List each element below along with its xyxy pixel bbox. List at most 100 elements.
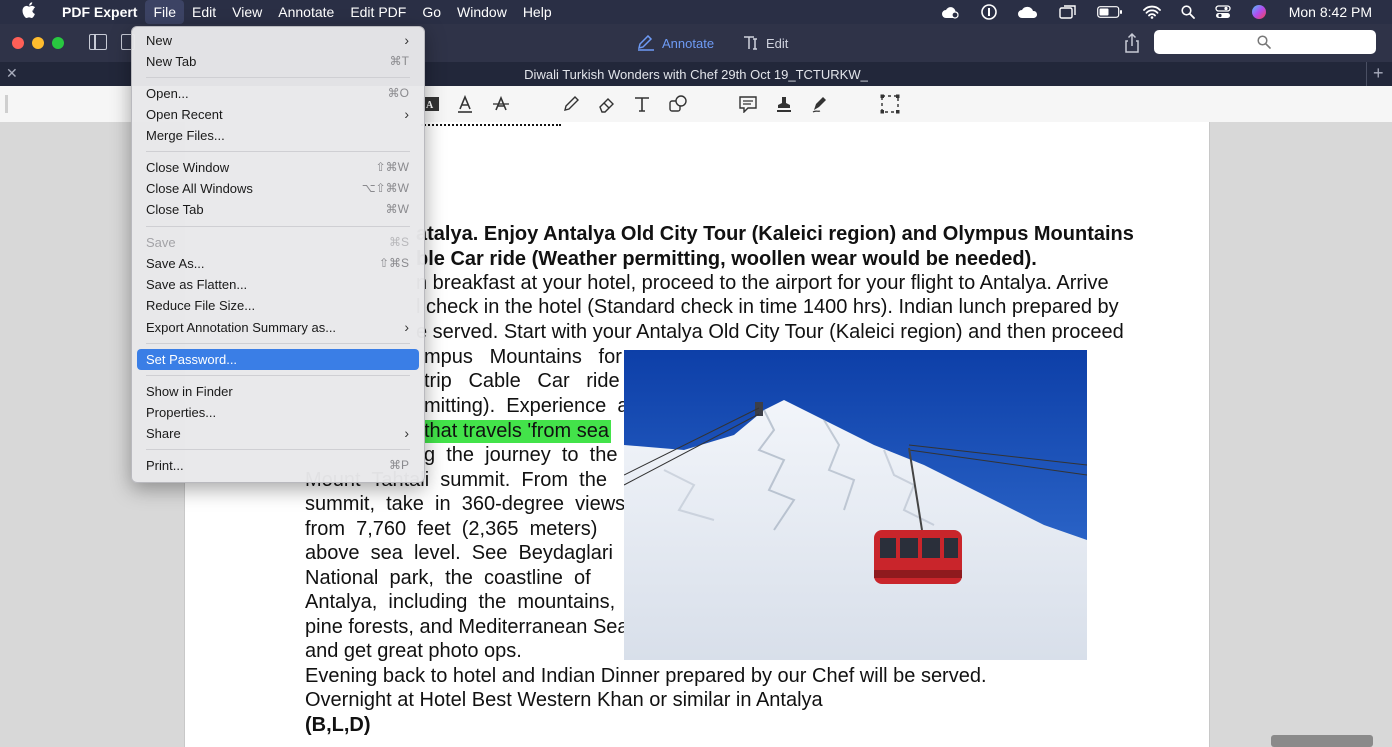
menu-item-export-annotation-summary[interactable]: Export Annotation Summary as... › xyxy=(137,317,419,338)
menu-separator xyxy=(146,449,410,450)
cable-car-photo xyxy=(624,350,1087,660)
menu-separator xyxy=(146,226,410,227)
screens-icon[interactable] xyxy=(1059,5,1077,19)
menu-item-set-password[interactable]: Set Password... xyxy=(137,349,419,370)
menu-item-save: Save ⌘S xyxy=(146,235,409,250)
file-menu[interactable]: File xyxy=(145,0,185,24)
annotate-mode-label: Annotate xyxy=(662,35,715,51)
comment-tool-icon[interactable] xyxy=(737,94,759,114)
doc-paragraph-line: mpus Mountains for xyxy=(424,346,622,368)
stamp-tool-icon[interactable] xyxy=(773,94,795,114)
menu-separator xyxy=(146,77,410,78)
doc-paragraph-line: mitting). Experience a xyxy=(424,395,629,417)
doc-paragraph-line: Antalya, including the mountains, xyxy=(305,591,616,613)
doc-paragraph-line: Overnight at Hotel Best Western Khan or … xyxy=(305,689,823,711)
edit-mode-tab[interactable]: Edit xyxy=(742,32,788,54)
chevron-right-icon: › xyxy=(404,106,409,122)
edit-mode-label: Edit xyxy=(766,35,789,51)
doc-paragraph-line: National park, the coastline of xyxy=(305,567,591,589)
svg-text:A: A xyxy=(426,100,434,111)
doc-paragraph-line: summit, take in 360-degree views xyxy=(305,493,626,515)
menu-item-merge-files[interactable]: Merge Files... xyxy=(137,125,419,146)
1password-icon[interactable] xyxy=(980,4,997,20)
menu-item-show-in-finder[interactable]: Show in Finder xyxy=(137,381,419,402)
menu-bar: PDF Expert File Edit View Annotate Edit … xyxy=(0,0,1392,24)
doc-heading-line-1: atalya. Enjoy Antalya Old City Tour (Kal… xyxy=(416,223,1134,245)
horizontal-scrollbar-thumb[interactable] xyxy=(1271,735,1373,747)
menu-item-close-window[interactable]: Close Window ⇧⌘W xyxy=(137,157,419,178)
share-icon[interactable] xyxy=(1122,32,1142,54)
add-tab-icon[interactable]: + xyxy=(1373,63,1384,84)
chevron-right-icon: › xyxy=(404,425,409,441)
minimize-window-button[interactable] xyxy=(32,37,44,49)
close-window-button[interactable] xyxy=(12,37,24,49)
menu-separator xyxy=(146,375,410,376)
menu-item-share[interactable]: Share › xyxy=(137,423,419,444)
creative-cloud-icon[interactable] xyxy=(941,5,961,19)
file-menu-dropdown: New › New Tab ⌘T Open... ⌘O Open Recent › Me… xyxy=(131,26,425,483)
doc-paragraph-line: Evening back to hotel and Indian Dinner … xyxy=(305,665,987,687)
edit-menu[interactable]: Edit xyxy=(184,0,224,24)
view-menu[interactable]: View xyxy=(224,0,270,24)
apple-menu-icon[interactable] xyxy=(20,2,38,22)
sidebar-toggle-icon[interactable] xyxy=(89,34,107,50)
menu-item-close-all-windows[interactable]: Close All Windows ⌥⇧⌘W xyxy=(137,178,419,199)
menubar-clock[interactable]: Mon 8:42 PM xyxy=(1289,4,1372,20)
menu-item-save-as[interactable]: Save As... ⇧⌘S xyxy=(137,253,419,274)
area-select-tool-icon[interactable] xyxy=(879,94,901,114)
search-icon xyxy=(1257,35,1271,49)
text-style-tool-icon[interactable] xyxy=(454,94,476,114)
doc-paragraph-line: n breakfast at your hotel, proceed to th… xyxy=(416,272,1109,294)
strikethrough-tool-icon[interactable] xyxy=(490,94,512,114)
menu-item-new[interactable]: New › xyxy=(137,30,419,51)
menu-item-new-tab[interactable]: New Tab ⌘T xyxy=(137,51,419,72)
doc-paragraph-line: from 7,760 feet (2,365 meters) xyxy=(305,518,598,540)
pencil-tool-icon[interactable] xyxy=(560,94,582,114)
cropped-text-line xyxy=(421,122,561,126)
highlighted-text-annotation[interactable]: that travels 'from sea xyxy=(424,420,611,443)
doc-paragraph-line: trip Cable Car ride xyxy=(424,370,620,392)
doc-heading-line-2: ble Car ride (Weather permitting, woolle… xyxy=(416,248,1037,270)
help-menu[interactable]: Help xyxy=(515,0,560,24)
menu-item-open-recent[interactable]: Open Recent › xyxy=(137,104,419,125)
toolbar-grip xyxy=(5,95,8,113)
menu-separator xyxy=(146,343,410,344)
tab-divider xyxy=(1366,62,1367,86)
spotlight-icon[interactable] xyxy=(1181,5,1195,19)
eraser-tool-icon[interactable] xyxy=(596,94,618,114)
battery-icon[interactable] xyxy=(1096,6,1123,18)
menu-item-reduce-file-size[interactable]: Reduce File Size... xyxy=(137,295,419,316)
menu-item-save-as-flatten[interactable]: Save as Flatten... xyxy=(137,274,419,295)
doc-paragraph-line: e served. Start with your Antalya Old Ci… xyxy=(416,321,1124,343)
menu-separator xyxy=(146,151,410,152)
doc-paragraph-line: above sea level. See Beydaglari xyxy=(305,542,613,564)
edit-pdf-menu[interactable]: Edit PDF xyxy=(342,0,414,24)
annotate-mode-tab[interactable]: Annotate xyxy=(636,32,714,54)
wifi-icon[interactable] xyxy=(1142,5,1161,19)
text-cursor-icon xyxy=(744,36,757,50)
doc-paragraph-line: g the journey to the xyxy=(424,444,618,466)
shapes-tool-icon[interactable] xyxy=(667,94,689,114)
menu-item-open[interactable]: Open... ⌘O xyxy=(137,83,419,104)
zoom-window-button[interactable] xyxy=(52,37,64,49)
siri-icon[interactable] xyxy=(1251,4,1267,20)
menu-item-close-tab[interactable]: Close Tab ⌘W xyxy=(137,199,419,220)
app-menu[interactable]: PDF Expert xyxy=(54,0,145,24)
cloud-icon[interactable] xyxy=(1017,5,1039,19)
doc-paragraph-line: and get great photo ops. xyxy=(305,640,522,662)
window-menu[interactable]: Window xyxy=(449,0,515,24)
go-menu[interactable]: Go xyxy=(414,0,449,24)
control-center-icon[interactable] xyxy=(1215,5,1231,19)
menu-item-properties[interactable]: Properties... xyxy=(137,402,419,423)
text-tool-icon[interactable] xyxy=(631,94,653,114)
doc-paragraph-line: l check in the hotel (Standard check in … xyxy=(416,296,1119,318)
chevron-right-icon: › xyxy=(404,32,409,48)
menu-item-print[interactable]: Print... ⌘P xyxy=(137,455,419,476)
search-input[interactable] xyxy=(1154,30,1376,54)
doc-paragraph-line: pine forests, and Mediterranean Sea, xyxy=(305,616,635,638)
doc-meals-line: (B,L,D) xyxy=(305,714,371,736)
annotate-menu[interactable]: Annotate xyxy=(270,0,342,24)
signature-tool-icon[interactable] xyxy=(809,94,831,114)
chevron-right-icon: › xyxy=(404,319,409,335)
pen-icon xyxy=(637,35,654,51)
